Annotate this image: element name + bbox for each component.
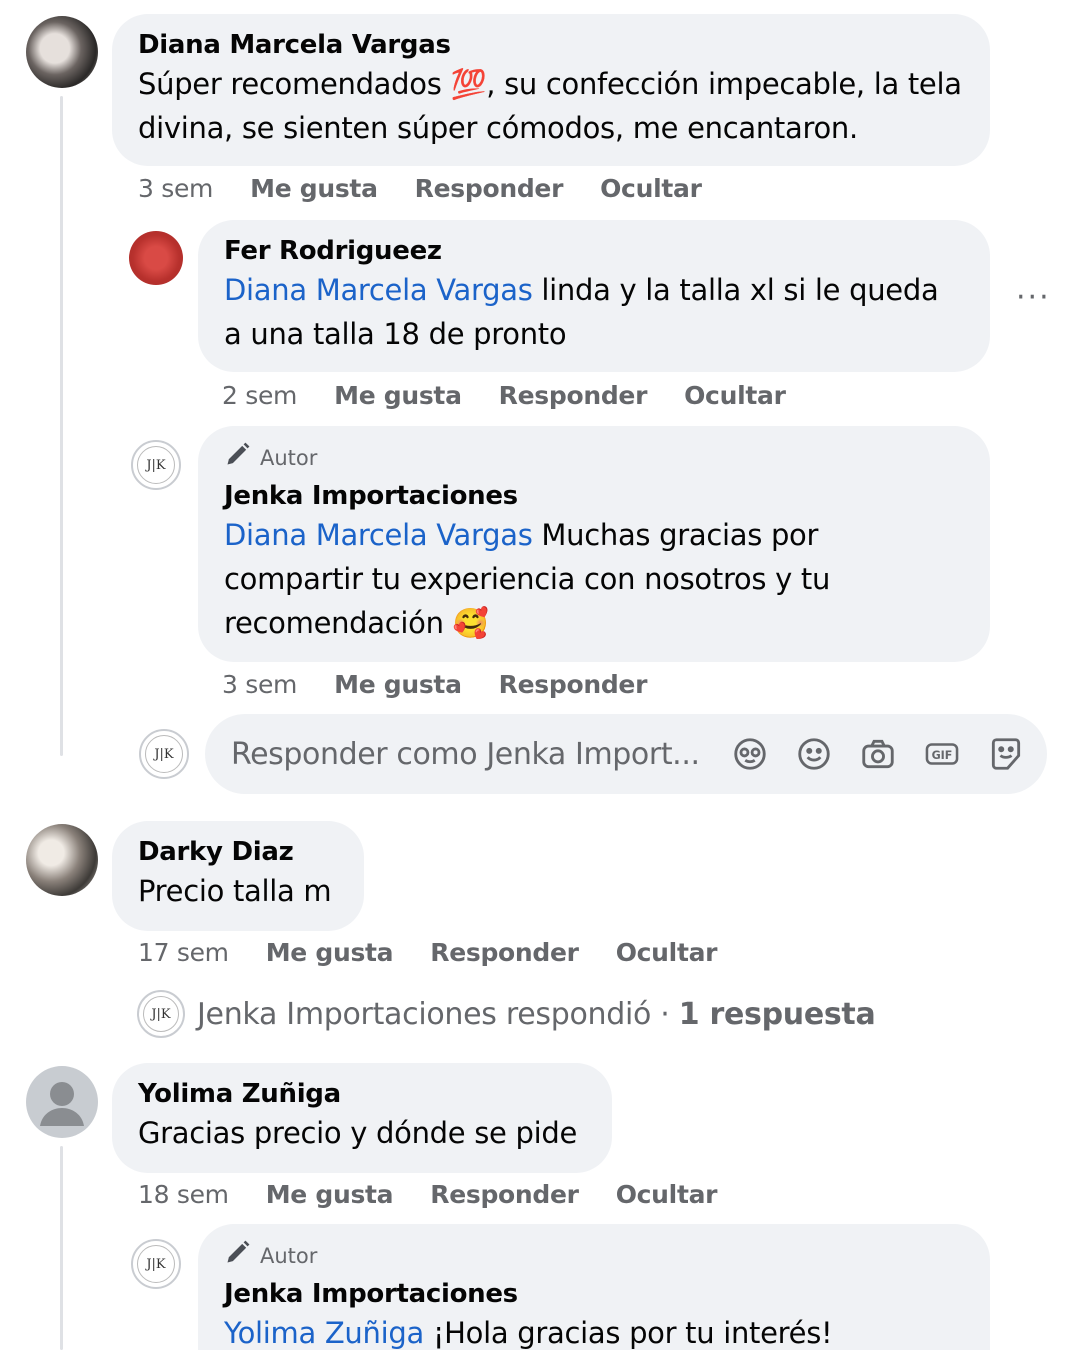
camera-icon[interactable]	[859, 735, 897, 773]
hide-button[interactable]: Ocultar	[616, 938, 718, 967]
comment-actions: 3 sem Me gusta Responder	[222, 670, 684, 699]
comment-actions: 2 sem Me gusta Responder Ocultar	[222, 381, 823, 410]
gif-icon[interactable]: GIF	[923, 735, 961, 773]
author-badge-label: Autor	[260, 1243, 318, 1268]
comment-bubble-fer: Fer Rodrigueez Diana Marcela Vargas lind…	[198, 220, 990, 372]
thread-line	[60, 96, 63, 756]
pencil-icon	[224, 440, 252, 475]
reply-avatar-jenka: J|K	[139, 729, 189, 779]
replies-avatar-jenka: J|K	[137, 990, 185, 1038]
comment-author[interactable]: Darky Diaz	[138, 835, 338, 869]
comment-author[interactable]: Yolima Zuñiga	[138, 1077, 586, 1111]
avatar-sticker-icon[interactable]	[731, 735, 769, 773]
avatar-yolima[interactable]	[26, 1066, 98, 1138]
comment-text: Diana Marcela Vargas linda y la talla xl…	[224, 273, 939, 351]
reply-button[interactable]: Responder	[499, 670, 648, 699]
like-button[interactable]: Me gusta	[334, 670, 462, 699]
mention-link[interactable]: Yolima Zuñiga	[224, 1316, 424, 1350]
comment-text: Precio talla m	[138, 874, 332, 908]
author-badge: Autor	[224, 1238, 964, 1273]
sticker-icon[interactable]	[987, 735, 1025, 773]
comment-author[interactable]: Jenka Importaciones	[224, 479, 964, 513]
comment-text: Gracias precio y dónde se pide	[138, 1116, 578, 1150]
timestamp[interactable]: 18 sem	[138, 1180, 229, 1209]
timestamp[interactable]: 2 sem	[222, 381, 297, 410]
reply-button[interactable]: Responder	[430, 938, 579, 967]
reply-button[interactable]: Responder	[499, 381, 648, 410]
more-options-icon[interactable]: ···	[1016, 280, 1051, 315]
replies-summary[interactable]: J|K Jenka Importaciones respondió · 1 re…	[137, 990, 876, 1038]
replies-summary-text[interactable]: Jenka Importaciones respondió · 1 respue…	[197, 997, 876, 1032]
comment-text: Diana Marcela Vargas Muchas gracias por …	[224, 518, 831, 640]
thread-line	[60, 1146, 63, 1350]
comment-author[interactable]: Jenka Importaciones	[224, 1277, 964, 1311]
like-button[interactable]: Me gusta	[334, 381, 462, 410]
emoji-icon[interactable]	[795, 735, 833, 773]
reply-button[interactable]: Responder	[415, 174, 564, 203]
hide-button[interactable]: Ocultar	[616, 1180, 718, 1209]
mention-link[interactable]: Diana Marcela Vargas	[224, 273, 533, 307]
mention-link[interactable]: Diana Marcela Vargas	[224, 518, 533, 552]
reply-button[interactable]: Responder	[430, 1180, 579, 1209]
comment-bubble-yolima: Yolima Zuñiga Gracias precio y dónde se …	[112, 1063, 612, 1173]
smiling-hearts-emoji: 🥰	[452, 606, 489, 640]
timestamp[interactable]: 3 sem	[138, 174, 213, 203]
comment-bubble-jenka: Autor Jenka Importaciones Yolima Zuñiga …	[198, 1224, 990, 1350]
reply-input[interactable]: Responder como Jenka Import... GIF	[205, 714, 1047, 794]
author-badge: Autor	[224, 440, 964, 475]
comment-bubble-jenka: Autor Jenka Importaciones Diana Marcela …	[198, 426, 990, 662]
comment-actions: 17 sem Me gusta Responder Ocultar	[138, 938, 754, 967]
pencil-icon	[224, 1238, 252, 1273]
like-button[interactable]: Me gusta	[250, 174, 378, 203]
timestamp[interactable]: 17 sem	[138, 938, 229, 967]
default-user-icon	[40, 1082, 84, 1126]
comment-text: Yolima Zuñiga ¡Hola gracias por tu inter…	[224, 1316, 833, 1350]
reply-toolbar: GIF	[731, 735, 1025, 773]
comment-author[interactable]: Fer Rodrigueez	[224, 234, 964, 268]
hide-button[interactable]: Ocultar	[684, 381, 786, 410]
comment-bubble-diana: Diana Marcela Vargas Súper recomendados …	[112, 14, 990, 166]
comment-bubble-darky: Darky Diaz Precio talla m	[112, 821, 364, 931]
avatar-jenka[interactable]: J|K	[131, 440, 181, 490]
comment-actions: 3 sem Me gusta Responder Ocultar	[138, 174, 739, 203]
author-badge-label: Autor	[260, 445, 318, 470]
comment-author[interactable]: Diana Marcela Vargas	[138, 28, 964, 62]
reply-placeholder[interactable]: Responder como Jenka Import...	[231, 737, 731, 772]
like-button[interactable]: Me gusta	[266, 1180, 394, 1209]
hide-button[interactable]: Ocultar	[600, 174, 702, 203]
hundred-emoji: 💯	[450, 67, 487, 101]
avatar-darky[interactable]	[26, 824, 98, 896]
comment-text: Súper recomendados 💯, su confección impe…	[138, 67, 962, 145]
avatar-jenka[interactable]: J|K	[131, 1239, 181, 1289]
avatar-fer[interactable]	[129, 231, 183, 285]
timestamp[interactable]: 3 sem	[222, 670, 297, 699]
comment-actions: 18 sem Me gusta Responder Ocultar	[138, 1180, 754, 1209]
avatar-diana[interactable]	[26, 16, 98, 88]
like-button[interactable]: Me gusta	[266, 938, 394, 967]
svg-text:GIF: GIF	[932, 749, 953, 762]
